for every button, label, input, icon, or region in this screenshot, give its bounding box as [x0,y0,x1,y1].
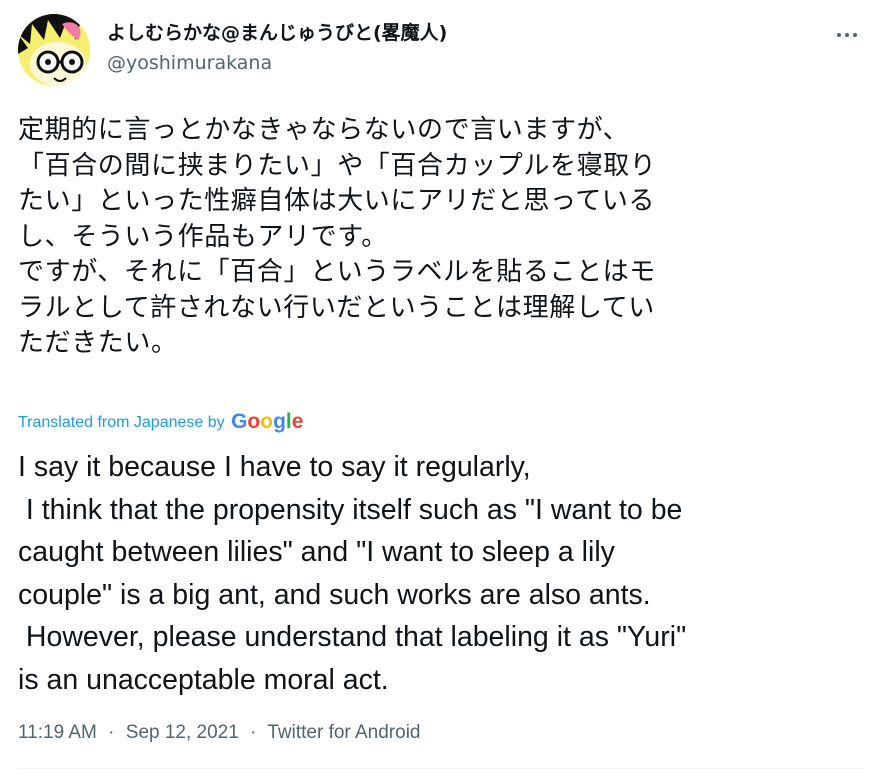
translation-line: I think that the propensity itself such … [18,493,683,526]
author-names[interactable]: よしむらかな@まんじゅうびと(畧魔人) @yoshimurakana [107,20,447,76]
translated-label[interactable]: Translated from Japanese by [18,414,225,431]
meta-separator: · [108,722,115,743]
more-horizontal-icon[interactable] [832,20,862,50]
tweet-text-line: ラルとして許されない行いだということは理解してい [18,292,655,323]
tweet-text-line: ですが、それに「百合」というラベルを貼ることはモ [18,257,656,287]
tweet-text-line: し、そういう作品もアリです。 [18,221,388,252]
tweet-date[interactable]: Sep 12, 2021 [126,722,239,743]
meta-separator: · [250,722,257,743]
tweet-time[interactable]: 11:19 AM [18,722,97,743]
avatar[interactable] [18,14,90,86]
tweet-text-line: 定期的に言っとかなきゃならないので言いますが、 [18,115,630,145]
tweet-text-line: たい」といった性癖自体は大いにアリだと思っている [18,186,656,216]
cartoon-face-avatar-icon [18,14,90,86]
tweet-text-line: ただきたい。 [18,328,178,358]
divider [18,768,864,769]
author-display-name[interactable]: よしむらかな@まんじゅうびと(畧魔人) [107,20,447,46]
translation-line: couple" is a big ant, and such works are… [18,578,651,611]
google-logo: Google [231,410,304,433]
translation-line: caught between lilies" and "I want to sl… [18,536,615,568]
tweet-original-text: 定期的に言っとかなきゃならないので言いますが、 「百合の間に挟まりたい」や「百合カ… [18,113,864,362]
tweet-metadata: 11:19 AM · Sep 12, 2021 · Twitter for An… [18,720,420,746]
translation-line: is an unacceptable moral act. [18,663,389,696]
tweet-text-line: 「百合の間に挟まりたい」や「百合カップルを寝取り [18,150,657,181]
translation-line: I say it because I have to say it regula… [18,451,531,483]
author-handle[interactable]: @yoshimurakana [107,50,447,76]
tweet-source[interactable]: Twitter for Android [267,722,420,743]
translated-attribution[interactable]: Translated from Japanese by Google [18,411,303,434]
translation-line: However, please understand that labeling… [18,621,687,653]
tweet-translation-text: I say it because I have to say it regula… [18,446,864,701]
tweet-header: よしむらかな@まんじゅうびと(畧魔人) @yoshimurakana [18,14,864,86]
tweet: よしむらかな@まんじゅうびと(畧魔人) @yoshimurakana 定期的に言… [0,0,882,780]
